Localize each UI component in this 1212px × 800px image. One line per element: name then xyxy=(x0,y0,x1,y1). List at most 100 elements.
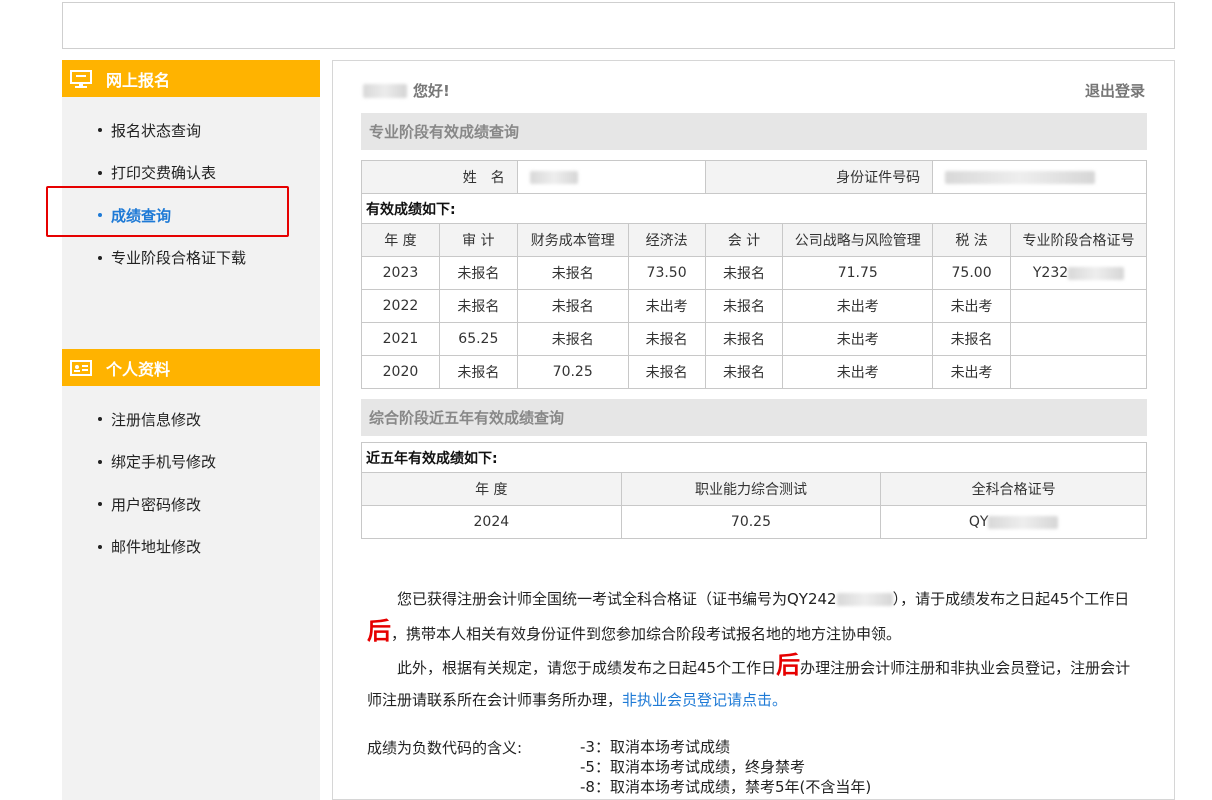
table-row: 2024 70.25 QY xyxy=(361,505,1147,539)
sidebar-section-title: 个人资料 xyxy=(106,359,171,379)
bullet-icon xyxy=(98,417,102,422)
table-cell: 未出考 xyxy=(782,355,934,389)
table-cell: 未报名 xyxy=(932,322,1012,356)
redacted-name xyxy=(529,170,578,184)
redacted-certificate xyxy=(988,515,1059,529)
table-cell: QY xyxy=(880,505,1147,539)
section-title-professional: 专业阶段有效成绩查询 xyxy=(361,113,1147,150)
sidebar: 网上报名 报名状态查询 打印交费确认表 成绩查询 专业阶段合格证下载 个人资料 … xyxy=(46,60,320,800)
table-cell: 2024 xyxy=(361,505,622,539)
table-cell: 未报名 xyxy=(516,289,629,323)
table-cell: 2023 xyxy=(361,256,440,290)
table-cell: 71.75 xyxy=(782,256,934,290)
table-cell: 未出考 xyxy=(627,289,706,323)
code-item: -8：取消本场考试成绩，禁考5年(不含当年) xyxy=(580,778,872,796)
redacted-certificate xyxy=(836,593,893,606)
table-cell: 2022 xyxy=(361,289,440,323)
section-title-comprehensive: 综合阶段近五年有效成绩查询 xyxy=(361,399,1147,436)
name-label: 姓 名 xyxy=(361,160,518,194)
sidebar-item-certificate-download[interactable]: 专业阶段合格证下载 xyxy=(62,237,320,280)
sidebar-item-edit-registration[interactable]: 注册信息修改 xyxy=(62,398,320,441)
emphasis-char: 后 xyxy=(776,651,801,679)
column-header: 职业能力综合测试 xyxy=(620,472,882,506)
column-header: 年 度 xyxy=(361,472,622,506)
column-header: 公司战略与风险管理 xyxy=(782,223,934,257)
codes-label: 成绩为负数代码的含义: xyxy=(367,739,523,757)
table-row: 2023 未报名 未报名 73.50 未报名 71.75 75.00 Y232 xyxy=(361,256,1147,290)
sidebar-item-registration-status[interactable]: 报名状态查询 xyxy=(62,109,320,152)
top-banner xyxy=(62,2,1175,49)
table-cell: 未报名 xyxy=(438,289,518,323)
table-cell: 未报名 xyxy=(438,355,518,389)
table-cell: 73.50 xyxy=(627,256,706,290)
bullet-icon xyxy=(98,128,102,133)
registration-notice: 此外，根据有关规定，请您于成绩发布之日起45个工作日后办理注册会计师注册和非执业… xyxy=(367,651,1131,709)
table-cell: 未出考 xyxy=(782,289,934,323)
redacted-id-number xyxy=(945,170,1096,184)
table-cell: 未出考 xyxy=(932,355,1012,389)
professional-scores-table: 姓 名 身份证件号码 有效成绩如下: 年 度 审 计 财务成本管理 经济法 会 … xyxy=(361,160,1147,389)
table-cell: 70.25 xyxy=(516,355,629,389)
redacted-username xyxy=(363,84,407,98)
certificate-notice: 您已获得注册会计师全国统一考试全科合格证（证书编号为QY242 ），请于成绩发布之… xyxy=(367,590,1130,645)
bullet-icon xyxy=(98,459,102,464)
table-cell: 75.00 xyxy=(932,256,1012,290)
table-cell: 未报名 xyxy=(627,355,706,389)
id-value xyxy=(932,160,1147,194)
table-cell: 未报名 xyxy=(704,355,784,389)
table-cell: 未出考 xyxy=(782,322,934,356)
column-header: 经济法 xyxy=(627,223,706,257)
certificate-number: QY xyxy=(968,514,989,530)
sidebar-item-edit-phone[interactable]: 绑定手机号修改 xyxy=(62,441,320,484)
table-cell: Y232 xyxy=(1010,256,1147,290)
column-header: 税 法 xyxy=(932,223,1012,257)
sidebar-item-score-query[interactable]: 成绩查询 xyxy=(62,194,320,237)
column-header: 专业阶段合格证号 xyxy=(1010,223,1147,257)
code-item: -5：取消本场考试成绩，终身禁考 xyxy=(580,758,805,776)
comprehensive-scores-table: 近五年有效成绩如下: 年 度 职业能力综合测试 全科合格证号 2024 70.2… xyxy=(361,442,1147,539)
monitor-icon xyxy=(70,69,92,88)
table-cell: 未报名 xyxy=(438,256,518,290)
column-header: 审 计 xyxy=(438,223,518,257)
sidebar-item-print-fee-confirmation[interactable]: 打印交费确认表 xyxy=(62,152,320,195)
table-row: 2020 未报名 70.25 未报名 未报名 未出考 未出考 xyxy=(361,355,1147,389)
column-header: 财务成本管理 xyxy=(516,223,629,257)
sidebar-section-online-registration: 网上报名 xyxy=(62,60,320,97)
emphasis-char: 后 xyxy=(367,617,391,645)
table-header-row: 年 度 审 计 财务成本管理 经济法 会 计 公司战略与风险管理 税 法 专业阶… xyxy=(361,223,1147,257)
redacted-certificate xyxy=(1068,266,1125,280)
table-cell: 未报名 xyxy=(704,289,784,323)
bullet-icon xyxy=(98,502,102,507)
table-cell: 未报名 xyxy=(516,256,629,290)
table-cell: 未出考 xyxy=(932,289,1012,323)
valid-scores-caption: 有效成绩如下: xyxy=(361,193,1147,224)
sidebar-section-title: 网上报名 xyxy=(106,70,171,90)
table-cell: 未报名 xyxy=(627,322,706,356)
column-header: 会 计 xyxy=(704,223,784,257)
table-cell: 70.25 xyxy=(620,505,882,539)
bullet-icon xyxy=(98,544,102,549)
id-label: 身份证件号码 xyxy=(704,160,934,194)
bullet-icon xyxy=(98,255,102,260)
code-item: -3：取消本场考试成绩 xyxy=(580,738,730,756)
table-cell xyxy=(1010,322,1147,356)
table-cell: 未报名 xyxy=(704,322,784,356)
table-row: 2022 未报名 未报名 未出考 未报名 未出考 未出考 xyxy=(361,289,1147,323)
table-header-row: 年 度 职业能力综合测试 全科合格证号 xyxy=(361,472,1147,506)
bullet-icon xyxy=(98,213,102,218)
column-header: 年 度 xyxy=(361,223,440,257)
sidebar-section-personal-info: 个人资料 xyxy=(62,349,320,386)
table-cell: 未报名 xyxy=(704,256,784,290)
name-value xyxy=(516,160,706,194)
greeting: 您好! xyxy=(363,80,450,101)
member-registration-link[interactable]: 非执业会员登记请点击。 xyxy=(622,691,787,709)
sidebar-item-edit-password[interactable]: 用户密码修改 xyxy=(62,483,320,526)
main-panel: 您好! 退出登录 专业阶段有效成绩查询 姓 名 身份证件号码 有效成绩如下: 年… xyxy=(332,60,1175,800)
table-cell xyxy=(1010,355,1147,389)
logout-link[interactable]: 退出登录 xyxy=(1085,80,1145,101)
table-cell: 2020 xyxy=(361,355,440,389)
sidebar-item-edit-email[interactable]: 邮件地址修改 xyxy=(62,526,320,569)
table-cell: 2021 xyxy=(361,322,440,356)
five-year-caption: 近五年有效成绩如下: xyxy=(361,442,1147,473)
table-cell xyxy=(1010,289,1147,323)
